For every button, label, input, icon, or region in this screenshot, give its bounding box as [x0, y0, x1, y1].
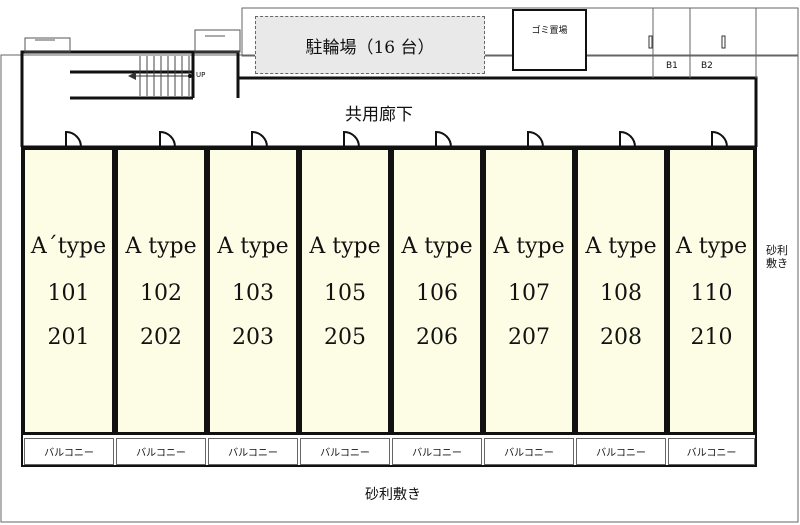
stair-up-label: UP: [196, 71, 206, 79]
unit-type: A type: [309, 234, 381, 259]
unit-type: A type: [401, 234, 473, 259]
unit-number-upper: 207: [508, 325, 550, 350]
unit-number-upper: 206: [416, 325, 458, 350]
unit-type: A type: [585, 234, 657, 259]
unit-type: A´type: [30, 234, 107, 259]
garbage-area-label: ゴミ置場: [531, 26, 568, 36]
unit-number-lower: 107: [508, 281, 550, 306]
balcony-label: バルコニー: [228, 448, 278, 459]
balcony-label: バルコニー: [44, 448, 94, 459]
unit-number-lower: 102: [140, 281, 182, 306]
unit-108: A type 108 208: [575, 147, 667, 435]
balcony-label: バルコニー: [136, 448, 186, 459]
bicycle-parking-label: 駐輪場（16 台）: [305, 37, 435, 58]
balcony-103: バルコニー: [208, 438, 298, 465]
storage-label-b1: B1: [666, 61, 678, 71]
storage-label-b2: B2: [701, 61, 713, 71]
unit-110: A type 110 210: [667, 147, 756, 435]
unit-number-upper: 201: [47, 325, 90, 350]
unit-number-upper: 208: [600, 325, 642, 350]
unit-number-lower: 103: [232, 281, 274, 306]
unit-107: A type 107 207: [483, 147, 575, 435]
balcony-label: バルコニー: [412, 448, 462, 459]
unit-number-upper: 202: [140, 325, 182, 350]
balcony-101: バルコニー: [24, 438, 114, 465]
unit-number-upper: 205: [324, 325, 366, 350]
unit-type: A type: [125, 234, 197, 259]
balcony-label: バルコニー: [686, 448, 737, 459]
balcony-105: バルコニー: [300, 438, 390, 465]
unit-number-lower: 105: [324, 281, 366, 306]
unit-102: A type 102 202: [115, 147, 207, 435]
unit-103: A type 103 203: [207, 147, 299, 435]
balcony-107: バルコニー: [484, 438, 574, 465]
unit-101: A´type 101 201: [22, 147, 115, 435]
unit-type: A type: [493, 234, 565, 259]
unit-number-lower: 110: [690, 281, 733, 306]
balcony-108: バルコニー: [576, 438, 666, 465]
unit-105: A type 105 205: [299, 147, 391, 435]
floor-plan: 駐輪場（16 台） ゴミ置場 B1 B2 UP 共用廊下 A´type 101 …: [0, 0, 800, 525]
balcony-106: バルコニー: [392, 438, 482, 465]
balcony-label: バルコニー: [320, 448, 370, 459]
unit-type: A type: [675, 234, 748, 259]
unit-number-upper: 210: [690, 325, 733, 350]
gravel-label-bottom: 砂利敷き: [365, 487, 421, 503]
gravel-label-right: 砂利敷き: [766, 244, 788, 270]
unit-number-upper: 203: [232, 325, 274, 350]
bicycle-parking: 駐輪場（16 台）: [255, 16, 485, 74]
unit-number-lower: 101: [47, 281, 90, 306]
garbage-area: ゴミ置場: [512, 9, 587, 71]
balcony-110: バルコニー: [668, 438, 755, 465]
unit-number-lower: 106: [416, 281, 458, 306]
unit-type: A type: [217, 234, 289, 259]
balcony-label: バルコニー: [596, 448, 646, 459]
unit-number-lower: 108: [600, 281, 642, 306]
balcony-label: バルコニー: [504, 448, 554, 459]
balcony-102: バルコニー: [116, 438, 206, 465]
corridor-label: 共用廊下: [345, 105, 413, 125]
unit-106: A type 106 206: [391, 147, 483, 435]
